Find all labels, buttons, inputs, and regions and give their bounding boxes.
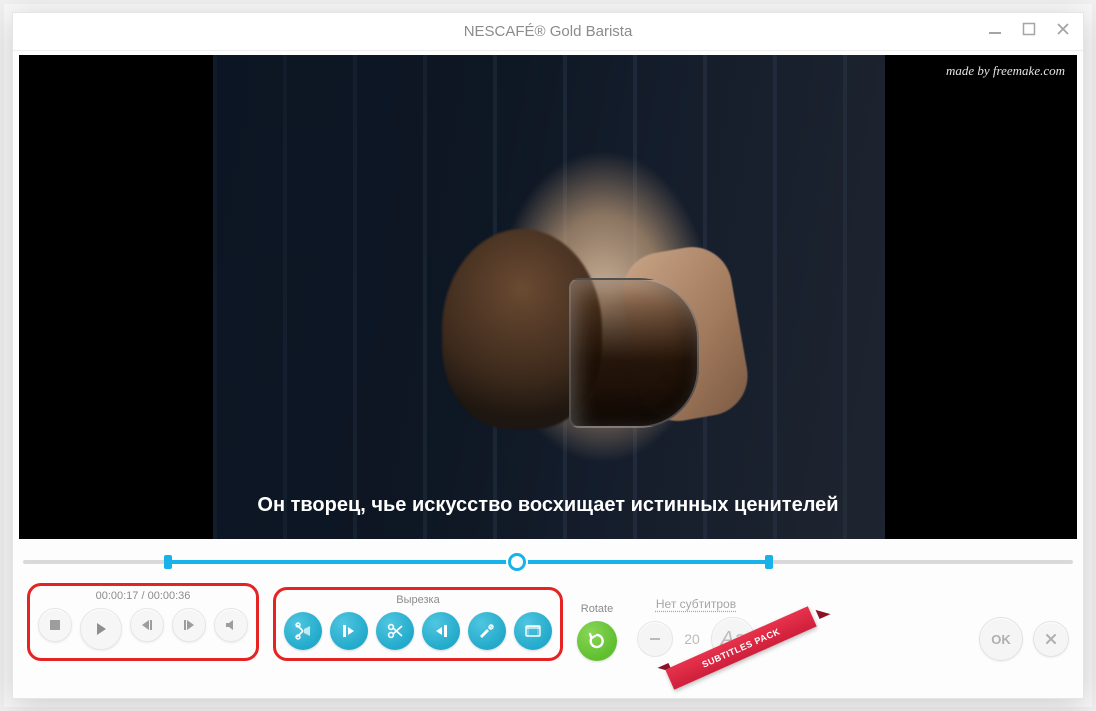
close-window-button[interactable] bbox=[1049, 17, 1077, 41]
rotate-group: Rotate bbox=[577, 603, 617, 661]
play-button[interactable] bbox=[80, 608, 122, 650]
minimize-button[interactable] bbox=[981, 17, 1009, 41]
film-icon bbox=[524, 622, 542, 640]
scissors-button[interactable] bbox=[376, 612, 414, 650]
playback-group: 00:00:17 / 00:00:36 bbox=[27, 583, 259, 661]
mark-out-button[interactable] bbox=[422, 612, 460, 650]
ok-button[interactable]: OK bbox=[979, 617, 1023, 661]
timeline-area bbox=[13, 539, 1083, 577]
window-controls bbox=[981, 17, 1077, 41]
mark-in-button[interactable] bbox=[330, 612, 368, 650]
font-style-button[interactable]: Aa bbox=[711, 617, 755, 661]
video-frame-image bbox=[213, 55, 885, 539]
cancel-button[interactable] bbox=[1033, 621, 1069, 657]
close-icon bbox=[1056, 22, 1070, 36]
cut-pointer-button[interactable] bbox=[284, 612, 322, 650]
film-button[interactable] bbox=[514, 612, 552, 650]
cut-clip-button[interactable] bbox=[468, 612, 506, 650]
window-title: NESCAFÉ® Gold Barista bbox=[464, 23, 633, 40]
stop-button[interactable] bbox=[38, 608, 72, 642]
selection-start-handle[interactable] bbox=[164, 555, 172, 569]
rotate-label: Rotate bbox=[581, 603, 613, 617]
font-size-cluster: 20 Aa SUBTITLES PACK bbox=[637, 617, 755, 661]
aa-icon: Aa bbox=[721, 628, 745, 651]
maximize-button[interactable] bbox=[1015, 17, 1043, 41]
minimize-icon bbox=[988, 22, 1002, 36]
title-bar: NESCAFÉ® Gold Barista bbox=[13, 13, 1083, 51]
video-viewport[interactable]: made by freemake.com Он творец, чье иску… bbox=[19, 55, 1077, 539]
volume-button[interactable] bbox=[214, 608, 248, 642]
next-frame-icon bbox=[182, 619, 196, 631]
subtitles-link[interactable]: Нет субтитров bbox=[656, 597, 736, 611]
playback-time-label: 00:00:17 / 00:00:36 bbox=[38, 590, 248, 604]
cut-group-label: Вырезка bbox=[284, 594, 552, 608]
font-decrease-button[interactable] bbox=[637, 621, 673, 657]
next-frame-button[interactable] bbox=[172, 608, 206, 642]
font-size-value: 20 bbox=[681, 631, 703, 647]
mark-out-icon bbox=[432, 622, 450, 640]
ok-label: OK bbox=[991, 632, 1011, 647]
prev-frame-icon bbox=[140, 619, 154, 631]
maximize-icon bbox=[1022, 22, 1036, 36]
rotate-button[interactable] bbox=[577, 621, 617, 661]
playhead-knob[interactable] bbox=[508, 553, 526, 571]
selection-end-handle[interactable] bbox=[765, 555, 773, 569]
mark-in-icon bbox=[340, 622, 358, 640]
timeline[interactable] bbox=[23, 555, 1073, 569]
cut-group: Вырезка bbox=[273, 587, 563, 661]
timeline-selection[interactable] bbox=[168, 560, 769, 564]
prev-frame-button[interactable] bbox=[130, 608, 164, 642]
subtitle-overlay: Он творец, чье искусство восхищает истин… bbox=[19, 494, 1077, 517]
scissors-icon bbox=[386, 622, 404, 640]
minus-icon bbox=[648, 632, 662, 646]
volume-icon bbox=[224, 618, 238, 632]
controls-row: 00:00:17 / 00:00:36 bbox=[13, 577, 1083, 677]
dialog-actions: OK bbox=[979, 617, 1069, 661]
close-icon bbox=[1044, 632, 1058, 646]
stop-icon bbox=[49, 619, 61, 631]
watermark-text: made by freemake.com bbox=[946, 63, 1065, 79]
subtitles-group: Нет субтитров 20 Aa SUBTITLES PACK bbox=[637, 597, 755, 661]
cut-clip-icon bbox=[478, 622, 496, 640]
cut-pointer-icon bbox=[294, 622, 312, 640]
editor-window: NESCAFÉ® Gold Barista made by freemake.c… bbox=[12, 12, 1084, 699]
play-icon bbox=[93, 621, 109, 637]
rotate-ccw-icon bbox=[587, 631, 607, 651]
